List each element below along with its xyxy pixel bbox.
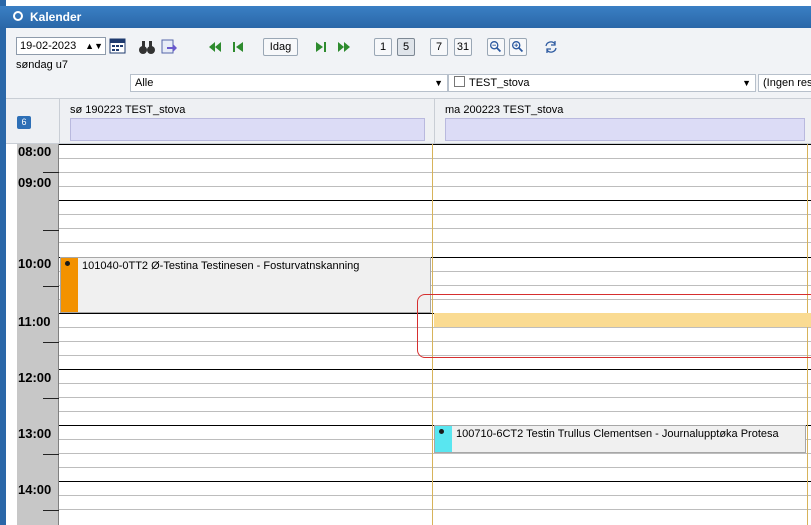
hour-label: 13:00	[18, 426, 52, 441]
day-header-row: 6 sø 190223 TEST_stova ma 200223 TEST_st…	[6, 98, 811, 145]
search-binoculars-icon[interactable]	[138, 38, 156, 56]
date-input[interactable]: 19-02-2023 ▲▼	[16, 37, 106, 55]
date-input-value: 19-02-2023	[20, 40, 77, 52]
view-5-day-button[interactable]: 5	[397, 38, 415, 56]
next-day-icon[interactable]	[311, 38, 329, 56]
time-column: 08:00 09:00 10:00 11:00 12:00 13:00 14:0…	[17, 144, 59, 525]
event-text: 101040-0TT2 Ø-Testina Testinesen - Fostu…	[82, 260, 360, 272]
calendar-plus-icon	[13, 11, 23, 21]
appointment-event[interactable]: 100710-6CT2 Testin Trullus Clementsen - …	[434, 425, 806, 453]
calendar-window: Kalender 19-02-2023 ▲▼ søndag u7 Idag 1 …	[0, 0, 811, 525]
previous-day-icon[interactable]	[230, 38, 248, 56]
view-7-day-button[interactable]: 7	[430, 38, 448, 56]
hour-label: 14:00	[18, 482, 52, 497]
toolbar: 19-02-2023 ▲▼ søndag u7 Idag 1 5 7 31 Al…	[6, 28, 811, 98]
view-month-button[interactable]: 31	[454, 38, 472, 56]
day-header-monday[interactable]: ma 200223 TEST_stova	[434, 99, 811, 145]
refresh-icon[interactable]	[542, 38, 560, 56]
window-title: Kalender	[30, 10, 82, 24]
calendar-picker-icon[interactable]	[109, 37, 126, 54]
chevron-down-icon: ▼	[742, 78, 751, 88]
event-color-bar	[61, 258, 78, 312]
all-day-slot[interactable]	[70, 118, 425, 141]
event-status-dot-icon	[65, 261, 70, 266]
hour-label: 09:00	[18, 175, 52, 190]
all-day-slot[interactable]	[445, 118, 805, 141]
filter-select[interactable]: Alle ▼	[130, 74, 448, 92]
hour-label: 10:00	[18, 256, 52, 271]
annotation-highlight-box	[417, 294, 811, 358]
event-text: 100710-6CT2 Testin Trullus Clementsen - …	[456, 428, 779, 440]
day-header-sunday[interactable]: sø 190223 TEST_stova	[59, 99, 434, 145]
extra-resource-select[interactable]: (Ingen res	[758, 74, 811, 92]
today-button[interactable]: Idag	[263, 38, 298, 56]
zoom-out-icon[interactable]	[487, 38, 505, 56]
extra-select-value: (Ingen res	[763, 77, 811, 89]
export-icon[interactable]	[160, 38, 178, 56]
event-status-dot-icon	[439, 429, 444, 434]
filter-select-value: Alle	[135, 77, 154, 89]
zoom-in-icon[interactable]	[509, 38, 527, 56]
view-1-day-button[interactable]: 1	[374, 38, 392, 56]
hour-label: 08:00	[18, 144, 52, 159]
previous-week-icon[interactable]	[206, 38, 224, 56]
day-title: ma 200223 TEST_stova	[445, 104, 564, 116]
next-week-icon[interactable]	[335, 38, 353, 56]
title-bar: Kalender	[0, 6, 811, 28]
chevron-down-icon: ▼	[434, 78, 443, 88]
week-label: søndag u7	[16, 59, 68, 71]
hour-label: 12:00	[18, 370, 52, 385]
hour-label: 11:00	[18, 314, 51, 329]
resource-select[interactable]: TEST_stova ▼	[448, 74, 756, 92]
resource-select-value: TEST_stova	[469, 77, 530, 89]
resource-icon	[454, 76, 465, 87]
day-title: sø 190223 TEST_stova	[70, 104, 186, 116]
settings-calendar-icon[interactable]: 6	[17, 116, 31, 129]
appointment-event[interactable]: 101040-0TT2 Ø-Testina Testinesen - Fostu…	[60, 257, 431, 313]
date-spinner-icon[interactable]: ▲▼	[85, 38, 103, 54]
